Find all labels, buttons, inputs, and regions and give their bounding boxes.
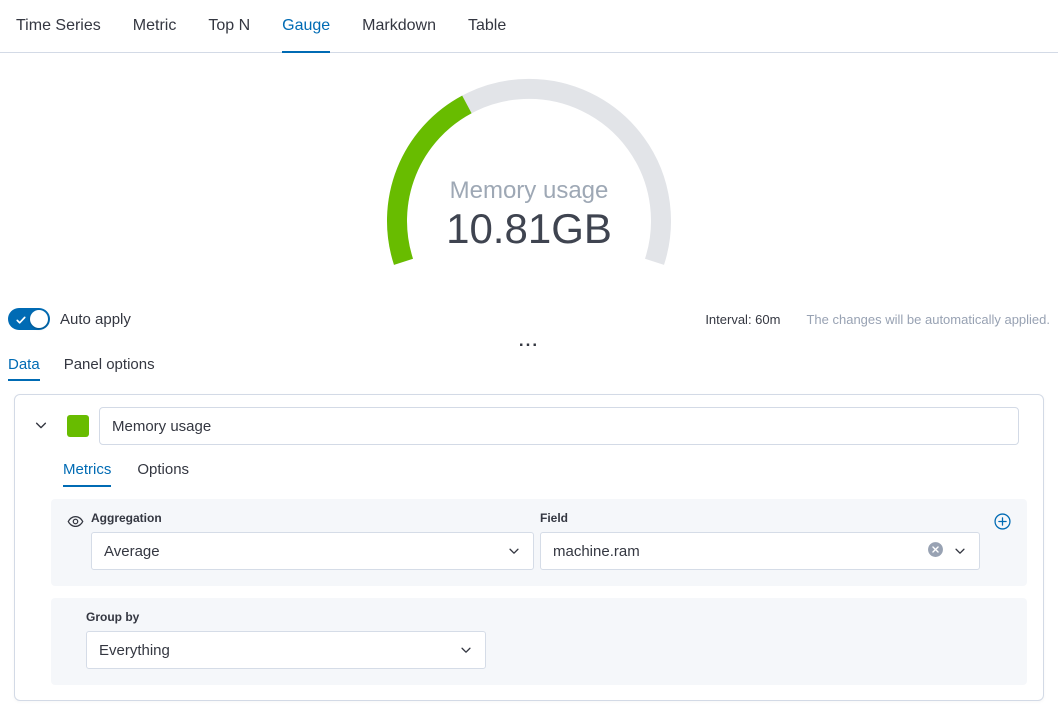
tab-metric[interactable]: Metric xyxy=(133,0,177,52)
gauge-value: 10.81GB xyxy=(379,206,679,252)
gauge: Memory usage 10.81GB xyxy=(379,71,679,286)
viz-type-tabs: Time Series Metric Top N Gauge Markdown … xyxy=(0,0,1058,53)
panel-menu-button[interactable]: ... xyxy=(519,337,539,345)
tab-table[interactable]: Table xyxy=(468,0,506,52)
series-label-input[interactable] xyxy=(99,407,1019,445)
aggregation-label: Aggregation xyxy=(91,511,534,525)
chevron-down-icon xyxy=(459,643,473,657)
toolbar-right: Interval: 60m The changes will be automa… xyxy=(705,312,1050,327)
gauge-title: Memory usage xyxy=(379,178,679,204)
group-by-value: Everything xyxy=(99,642,170,659)
cross-in-circle-icon xyxy=(927,541,944,561)
field-value: machine.ram xyxy=(553,543,640,560)
series-visibility-button[interactable] xyxy=(67,513,85,531)
field-field-group: Field machine.ram xyxy=(540,511,980,570)
tab-metrics[interactable]: Metrics xyxy=(63,461,111,487)
tab-time-series[interactable]: Time Series xyxy=(16,0,101,52)
tab-data[interactable]: Data xyxy=(8,356,40,381)
chevron-down-icon xyxy=(507,544,521,558)
group-by-section: Group by Everything xyxy=(51,598,1027,685)
aggregation-section: Aggregation Average Field machine.ram xyxy=(51,499,1027,586)
series-panel: Metrics Options Aggregation Average xyxy=(14,394,1044,701)
series-header xyxy=(15,395,1043,445)
interval-text: Interval: 60m xyxy=(705,312,780,327)
field-combobox[interactable]: machine.ram xyxy=(540,532,980,570)
group-by-label: Group by xyxy=(86,610,1011,624)
field-combobox-icons xyxy=(927,541,967,561)
auto-apply-toggle[interactable] xyxy=(8,308,50,330)
add-metric-button[interactable] xyxy=(994,513,1011,531)
toggle-thumb xyxy=(30,310,48,328)
field-label: Field xyxy=(540,511,980,525)
tab-gauge[interactable]: Gauge xyxy=(282,0,330,52)
gauge-readout: Memory usage 10.81GB xyxy=(379,178,679,252)
tab-top-n[interactable]: Top N xyxy=(208,0,250,52)
dots-row: ... xyxy=(0,337,1058,351)
check-icon xyxy=(15,313,27,331)
aggregation-select[interactable]: Average xyxy=(91,532,534,570)
eye-icon xyxy=(67,513,84,533)
gauge-panel: Memory usage 10.81GB xyxy=(0,53,1058,301)
tab-markdown[interactable]: Markdown xyxy=(362,0,436,52)
chevron-down-icon xyxy=(953,544,967,558)
tab-options[interactable]: Options xyxy=(137,461,189,487)
series-tabs: Metrics Options xyxy=(63,457,1027,487)
aggregation-value: Average xyxy=(104,543,160,560)
collapse-series-button[interactable] xyxy=(29,414,53,438)
plus-in-circle-icon xyxy=(994,518,1011,533)
series-color-swatch[interactable] xyxy=(67,415,89,437)
tab-panel-options[interactable]: Panel options xyxy=(64,356,155,381)
chevron-down-icon xyxy=(34,418,48,435)
editor-tabs: Data Panel options xyxy=(0,351,1058,381)
aggregation-fields: Aggregation Average Field machine.ram xyxy=(91,511,980,570)
clear-field-button[interactable] xyxy=(927,541,944,561)
auto-apply-hint: The changes will be automatically applie… xyxy=(806,312,1050,327)
auto-apply-label: Auto apply xyxy=(60,311,131,328)
group-by-select[interactable]: Everything xyxy=(86,631,486,669)
aggregation-field-group: Aggregation Average xyxy=(91,511,534,570)
